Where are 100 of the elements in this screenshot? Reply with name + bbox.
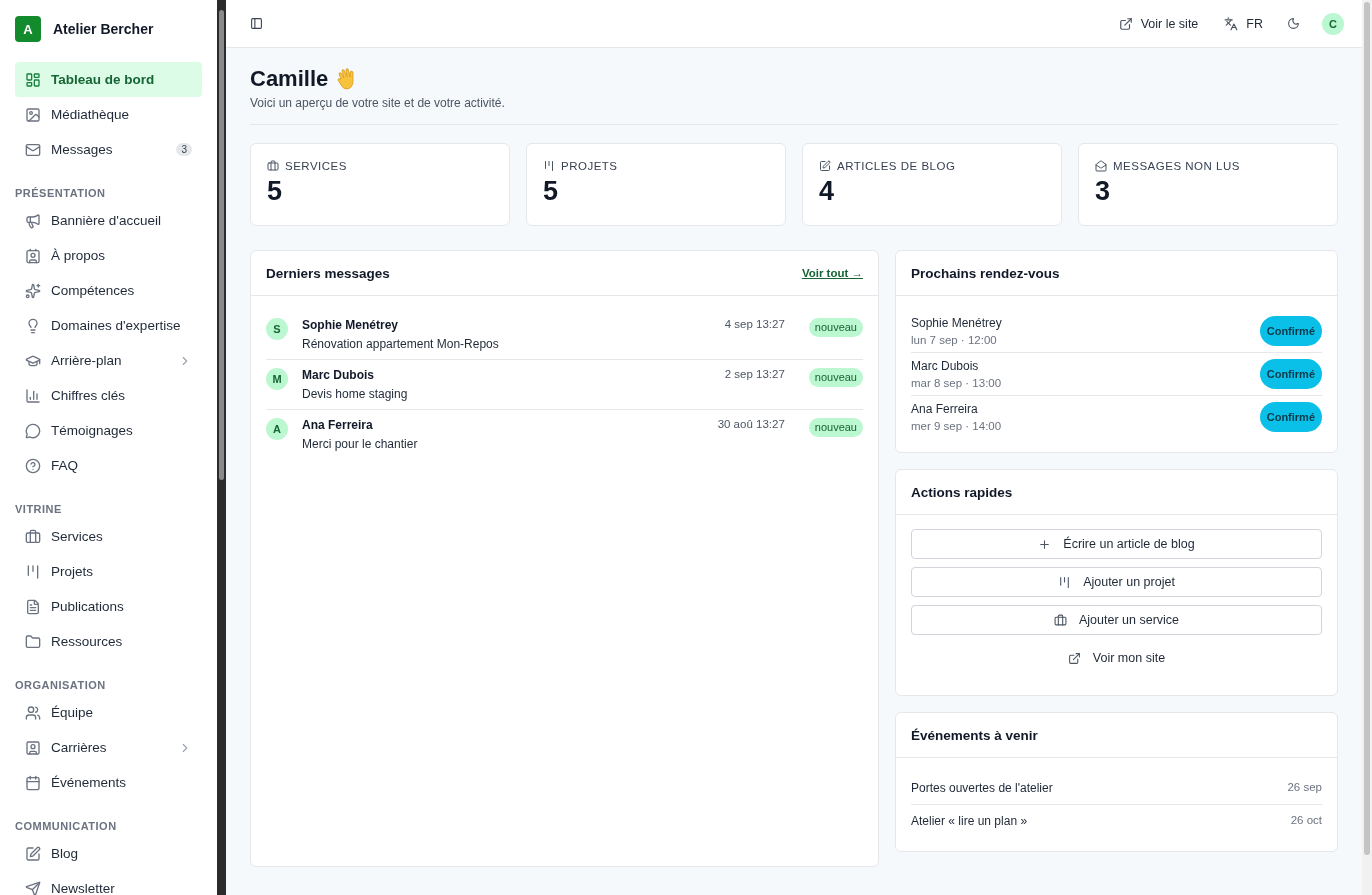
language-icon — [1224, 16, 1239, 31]
scrollbar[interactable] — [217, 0, 226, 895]
sidebar-item[interactable]: Projets — [15, 554, 202, 589]
sidebar-item[interactable]: Publications — [15, 589, 202, 624]
section-title: PRÉSENTATION — [15, 187, 107, 199]
message-subject: Rénovation appartement Mon-Repos — [302, 337, 500, 351]
sidebar-item[interactable]: Arrière-plan — [15, 343, 202, 378]
view-site-button[interactable]: Voir le site — [1116, 14, 1201, 33]
briefcase-icon — [267, 160, 279, 172]
sidebar-item[interactable]: Chiffres clés — [15, 378, 202, 413]
count-badge: 3 — [176, 143, 192, 156]
sidebar-item[interactable]: Messages 3 — [15, 132, 202, 167]
sidebar-item[interactable]: Blog — [15, 836, 202, 871]
sidebar-item[interactable]: À propos — [15, 238, 202, 273]
language-button[interactable]: FR — [1222, 14, 1265, 33]
sidebar-toggle-icon[interactable] — [250, 17, 263, 30]
sender-avatar: S — [266, 318, 288, 340]
stat-value: 3 — [1095, 176, 1112, 207]
appointment-time: mar 8 sep · 13:00 — [911, 377, 1002, 389]
status-badge: Confirmé — [1259, 359, 1322, 389]
pen-square-icon — [25, 845, 41, 862]
sidebar-item[interactable]: FAQ — [15, 448, 202, 483]
status-badge: nouveau — [808, 368, 863, 387]
sidebar-item[interactable]: Équipe — [15, 695, 202, 730]
stat-value: 4 — [819, 176, 836, 207]
help-icon — [25, 457, 41, 474]
action-button[interactable]: Ajouter un projet — [911, 567, 1322, 597]
dashboard-icon — [25, 71, 41, 88]
section-title: ORGANISATION — [15, 679, 107, 691]
page-subtitle: Voici un aperçu de votre site et de votre activité. — [250, 96, 506, 110]
card-title: Prochains rendez-vous — [911, 265, 1060, 281]
stat-label: MESSAGES NON LUS — [1113, 160, 1240, 172]
mail-icon — [25, 141, 41, 158]
user-avatar[interactable]: C — [1322, 12, 1344, 35]
page-title: Camille — [250, 66, 329, 92]
card-title: Actions rapides — [911, 484, 1013, 500]
appointment-time: mer 9 sep · 14:00 — [911, 420, 1002, 432]
sender-name: Ana Ferreira — [302, 418, 374, 432]
sender-avatar: A — [266, 418, 288, 440]
sidebar-item[interactable]: Témoignages — [15, 413, 202, 448]
message-date: 2 sep 13:27 — [724, 368, 785, 382]
bar-chart-icon — [25, 387, 41, 404]
sender-name: Sophie Menétrey — [302, 318, 400, 332]
client-name: Ana Ferreira — [911, 402, 979, 416]
event-name: Portes ouvertes de l'atelier — [911, 781, 1053, 795]
card-title: Derniers messages — [266, 265, 390, 281]
stat-label: SERVICES — [285, 160, 347, 172]
calendar-icon — [25, 774, 41, 791]
plus-icon — [1038, 537, 1052, 551]
status-badge: Confirmé — [1259, 316, 1322, 346]
status-badge: nouveau — [808, 418, 863, 437]
card-title: Événements à venir — [911, 727, 1038, 743]
sidebar-item[interactable]: Compétences — [15, 273, 202, 308]
action-button[interactable]: Ajouter un service — [911, 605, 1322, 635]
sidebar-item[interactable]: Services — [15, 519, 202, 554]
event-date: 26 oct — [1290, 814, 1322, 828]
moon-icon[interactable] — [1287, 17, 1300, 30]
stat-label: PROJETS — [561, 160, 618, 172]
client-name: Marc Dubois — [911, 359, 980, 373]
sidebar-item[interactable]: Carrières — [15, 730, 202, 765]
event-date: 26 sep — [1287, 781, 1322, 795]
sidebar-item[interactable]: Newsletter — [15, 871, 202, 895]
sparkles-icon — [25, 282, 41, 299]
sidebar-item[interactable]: Événements — [15, 765, 202, 800]
speech-bubble-icon — [25, 422, 41, 439]
paper-plane-icon — [25, 880, 41, 895]
document-icon — [25, 598, 41, 615]
sender-name: Marc Dubois — [302, 368, 375, 382]
contact-card-icon — [25, 247, 41, 264]
mail-icon — [1095, 160, 1107, 172]
message-subject: Merci pour le chantier — [302, 437, 419, 451]
sidebar-item[interactable]: Bannière d'accueil — [15, 203, 202, 238]
brand-logo: A — [15, 16, 41, 42]
sidebar-item[interactable]: Ressources — [15, 624, 202, 659]
user-square-icon — [25, 739, 41, 756]
client-name: Sophie Menétrey — [911, 316, 1002, 330]
briefcase-icon — [1053, 613, 1067, 627]
section-title: COMMUNICATION — [15, 820, 118, 832]
message-subject: Devis home staging — [302, 387, 409, 401]
event-name: Atelier « lire un plan » — [911, 814, 1028, 828]
see-all-link[interactable]: Voir tout → — [801, 267, 863, 279]
image-icon — [25, 106, 41, 123]
sidebar-item[interactable]: Médiathèque — [15, 97, 202, 132]
stat-value: 5 — [543, 176, 560, 207]
brand-name: Atelier Bercher — [53, 21, 154, 37]
appointment-time: lun 7 sep · 12:00 — [911, 334, 998, 346]
folder-icon — [25, 633, 41, 650]
sidebar-item[interactable]: Tableau de bord — [15, 62, 202, 97]
sidebar-item[interactable]: Domaines d'expertise — [15, 308, 202, 343]
message-date: 4 sep 13:27 — [724, 318, 785, 332]
scrollbar[interactable] — [1362, 0, 1372, 895]
message-date: 30 aoû 13:27 — [717, 418, 785, 432]
sender-avatar: M — [266, 368, 288, 390]
users-icon — [25, 704, 41, 721]
briefcase-icon — [25, 528, 41, 545]
status-badge: nouveau — [808, 318, 863, 337]
stat-value: 5 — [267, 176, 284, 207]
external-link-icon — [1118, 16, 1133, 31]
action-button[interactable]: Écrire un article de blog — [911, 529, 1322, 559]
lightbulb-icon — [25, 317, 41, 334]
